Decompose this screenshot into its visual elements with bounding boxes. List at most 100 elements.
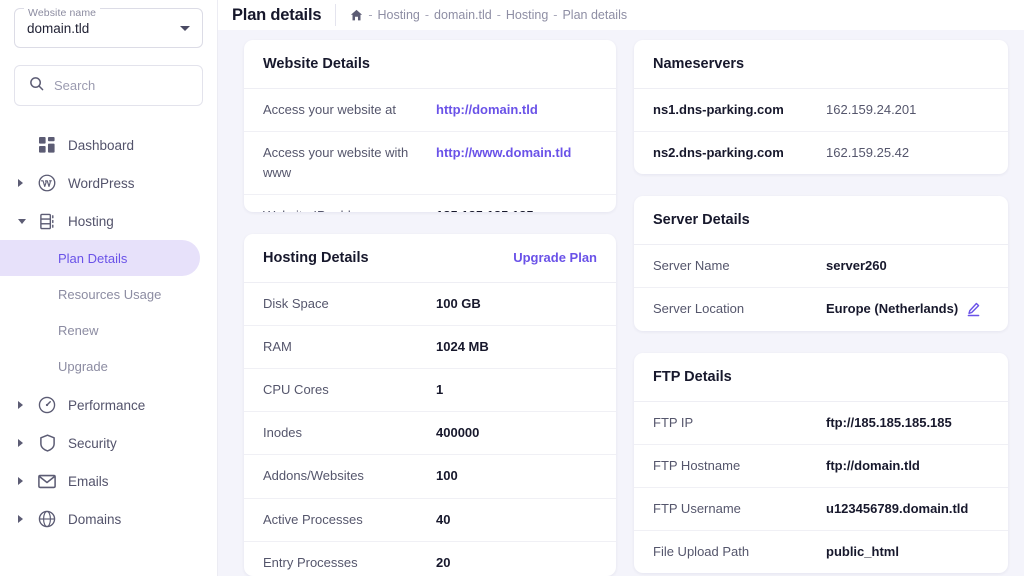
table-row: Disk Space 100 GB xyxy=(244,283,616,326)
table-row: Access your website with www http://www.… xyxy=(244,132,616,195)
row-key: FTP IP xyxy=(653,413,826,433)
sidebar-item-dashboard[interactable]: Dashboard xyxy=(0,126,217,164)
chevron-down-icon xyxy=(18,219,26,224)
sidebar-item-hosting[interactable]: Hosting xyxy=(0,202,217,240)
row-key: Inodes xyxy=(263,423,436,443)
row-key: Server Location xyxy=(653,299,826,319)
row-key: Access your website at xyxy=(263,100,436,120)
app-root: Website name domain.tld xyxy=(0,0,1024,576)
row-value: ftp://185.185.185.185 xyxy=(826,413,952,433)
ftp-details-card: FTP Details FTP IP ftp://185.185.185.185… xyxy=(634,353,1008,574)
row-key: Access your website with www xyxy=(263,143,436,183)
globe-icon xyxy=(36,510,58,528)
row-key: FTP Username xyxy=(653,499,826,519)
table-row: Website IP address 185.185.185.185 xyxy=(244,195,616,211)
table-row: Addons/Websites 100 xyxy=(244,455,616,498)
shield-icon xyxy=(36,434,58,452)
breadcrumb-item-hosting[interactable]: Hosting xyxy=(377,8,419,22)
sidebar-item-domains[interactable]: Domains xyxy=(0,500,217,538)
chevron-down-icon xyxy=(180,26,190,31)
table-row: File Upload Path public_html xyxy=(634,531,1008,573)
row-value: u123456789.domain.tld xyxy=(826,499,968,519)
row-value: 162.159.24.201 xyxy=(826,100,916,120)
card-title: Website Details xyxy=(263,56,370,72)
card-title: FTP Details xyxy=(653,369,732,385)
sidebar-item-label: Emails xyxy=(68,474,109,489)
website-name-value: domain.tld xyxy=(27,21,89,36)
expand-arrow[interactable] xyxy=(18,439,30,447)
breadcrumb-separator: - xyxy=(553,8,557,22)
sidebar-subitem-renew[interactable]: Renew xyxy=(0,312,217,348)
row-value: public_html xyxy=(826,542,899,562)
table-row: CPU Cores 1 xyxy=(244,369,616,412)
sidebar-nav: Dashboard WordPress xyxy=(0,126,217,538)
expand-arrow[interactable] xyxy=(18,179,30,187)
sidebar-item-security[interactable]: Security xyxy=(0,424,217,462)
breadcrumb-separator: - xyxy=(497,8,501,22)
card-title: Server Details xyxy=(653,212,750,228)
row-value: 20 xyxy=(436,553,450,573)
row-key: Website IP address xyxy=(263,206,436,211)
collapse-arrow[interactable] xyxy=(18,219,30,224)
card-header: Server Details xyxy=(634,196,1008,245)
sidebar-subitem-label: Renew xyxy=(58,323,98,338)
sidebar-item-label: Hosting xyxy=(68,214,114,229)
row-value: 162.159.25.42 xyxy=(826,143,909,163)
expand-arrow[interactable] xyxy=(18,515,30,523)
expand-arrow[interactable] xyxy=(18,401,30,409)
sidebar-subitem-label: Plan Details xyxy=(58,251,127,266)
gauge-icon xyxy=(36,396,58,414)
row-key: ns2.dns-parking.com xyxy=(653,143,826,163)
row-value: 1024 MB xyxy=(436,337,489,357)
page-title: Plan details xyxy=(232,6,321,25)
sidebar-item-label: WordPress xyxy=(68,176,135,191)
card-header: Hosting Details Upgrade Plan xyxy=(244,234,616,283)
right-column: Nameservers ns1.dns-parking.com 162.159.… xyxy=(634,40,1008,576)
row-value: server260 xyxy=(826,256,887,276)
sidebar-subitem-upgrade[interactable]: Upgrade xyxy=(0,348,217,384)
sidebar-item-emails[interactable]: Emails xyxy=(0,462,217,500)
table-row: Active Processes 40 xyxy=(244,499,616,542)
sidebar-item-wordpress[interactable]: WordPress xyxy=(0,164,217,202)
table-row: Server Location Europe (Netherlands) xyxy=(634,288,1008,330)
breadcrumb-item-domain[interactable]: domain.tld xyxy=(434,8,492,22)
row-value: ftp://domain.tld xyxy=(826,456,920,476)
pencil-edit-icon[interactable] xyxy=(966,302,981,317)
sidebar-subitem-plan-details[interactable]: Plan Details xyxy=(0,240,200,276)
row-value-link[interactable]: http://www.domain.tld xyxy=(436,143,571,163)
sidebar-item-performance[interactable]: Performance xyxy=(0,386,217,424)
breadcrumb-item-plan-details: Plan details xyxy=(562,8,627,22)
server-rack-icon xyxy=(36,213,58,230)
main-area: Plan details - Hosting - domain.tld - Ho… xyxy=(218,0,1024,576)
table-row: RAM 1024 MB xyxy=(244,326,616,369)
table-row: FTP Username u123456789.domain.tld xyxy=(634,488,1008,531)
table-row: Access your website at http://domain.tld xyxy=(244,89,616,132)
chevron-right-icon xyxy=(18,477,23,485)
search-box[interactable] xyxy=(14,65,203,106)
website-details-card: Website Details Access your website at h… xyxy=(244,40,616,212)
content-area: Website Details Access your website at h… xyxy=(218,30,1024,576)
row-key: Disk Space xyxy=(263,294,436,314)
sidebar-subitem-resources-usage[interactable]: Resources Usage xyxy=(0,276,217,312)
row-value: 40 xyxy=(436,510,450,530)
chevron-right-icon xyxy=(18,401,23,409)
expand-arrow[interactable] xyxy=(18,477,30,485)
row-key: File Upload Path xyxy=(653,542,826,562)
server-details-card: Server Details Server Name server260 Ser… xyxy=(634,196,1008,330)
row-value: 100 xyxy=(436,466,458,486)
search-icon xyxy=(29,76,44,96)
website-name-selector[interactable]: Website name domain.tld xyxy=(14,8,203,48)
card-header: FTP Details xyxy=(634,353,1008,402)
upgrade-plan-link[interactable]: Upgrade Plan xyxy=(513,250,597,265)
row-value: 400000 xyxy=(436,423,479,443)
row-key: ns1.dns-parking.com xyxy=(653,100,826,120)
sidebar-subitem-label: Resources Usage xyxy=(58,287,161,302)
home-icon[interactable] xyxy=(350,9,363,22)
breadcrumb-item-hosting-2[interactable]: Hosting xyxy=(506,8,548,22)
breadcrumb-separator: - xyxy=(425,8,429,22)
row-key: Entry Processes xyxy=(263,553,436,573)
row-value-link[interactable]: http://domain.tld xyxy=(436,100,538,120)
row-key: FTP Hostname xyxy=(653,456,826,476)
divider xyxy=(335,4,336,26)
search-input[interactable] xyxy=(54,78,188,93)
